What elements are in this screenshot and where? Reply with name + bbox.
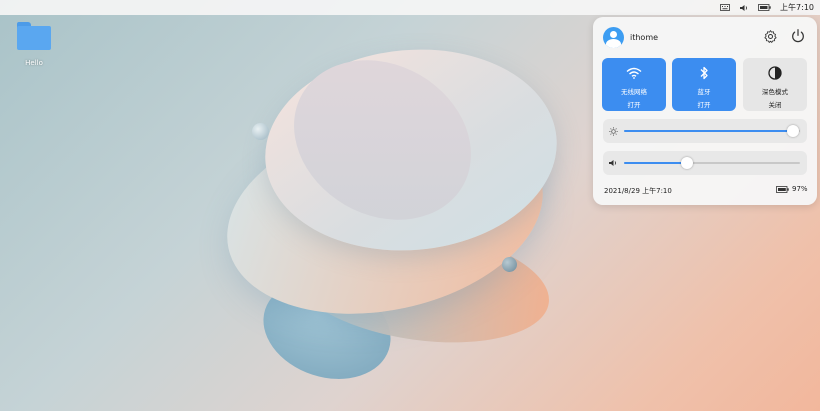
avatar[interactable] — [603, 27, 624, 48]
wifi-icon — [602, 65, 666, 81]
volume-slider[interactable] — [624, 157, 800, 169]
brightness-icon — [608, 126, 618, 136]
clock[interactable]: 上午7:10 — [780, 2, 814, 13]
tile-wifi[interactable]: 无线网络 打开 — [602, 58, 666, 111]
gear-icon — [763, 29, 777, 43]
power-button[interactable] — [787, 25, 808, 46]
brightness-slider-fill — [624, 130, 793, 132]
dark-mode-icon — [743, 65, 807, 81]
battery-icon — [776, 185, 789, 193]
tile-bluetooth-state: 打开 — [697, 101, 711, 109]
panel-datetime: 2021/8/29 上午7:10 — [604, 187, 672, 195]
tile-bluetooth-label: 蓝牙 — [697, 88, 711, 96]
tile-bluetooth[interactable]: 蓝牙 打开 — [672, 58, 736, 111]
tile-dark-mode[interactable]: 深色模式 关闭 — [743, 58, 807, 111]
top-bar: 上午7:10 — [0, 0, 820, 15]
tile-dark-mode-label: 深色模式 — [762, 88, 788, 96]
tile-wifi-label: 无线网络 — [621, 88, 647, 96]
volume-icon[interactable] — [739, 4, 749, 12]
wallpaper-sphere-left — [252, 123, 269, 140]
volume-slider-thumb[interactable] — [681, 157, 694, 169]
bluetooth-icon — [672, 65, 736, 81]
battery-icon[interactable] — [758, 4, 771, 11]
power-icon — [791, 28, 804, 42]
brightness-control — [603, 119, 807, 143]
control-panel: ithome 无线网络 打开 蓝牙 打开 深色模式 关闭 2021/8/29 上… — [593, 17, 817, 205]
volume-control — [603, 151, 807, 175]
volume-slider-fill — [624, 162, 688, 164]
username: ithome — [630, 33, 659, 42]
settings-button[interactable] — [760, 26, 780, 46]
brightness-slider-thumb[interactable] — [786, 125, 799, 137]
desktop-icon-hello[interactable]: Hello — [14, 22, 54, 67]
panel-battery[interactable]: 97% — [776, 185, 808, 193]
keyboard-icon[interactable] — [720, 4, 730, 11]
desktop-icon-label: Hello — [25, 59, 43, 67]
brightness-slider[interactable] — [624, 125, 800, 137]
wallpaper-sphere-right — [502, 257, 517, 272]
tile-dark-mode-state: 关闭 — [768, 101, 782, 109]
tile-wifi-state: 打开 — [627, 101, 641, 109]
folder-icon — [17, 22, 51, 50]
battery-percent: 97% — [792, 185, 808, 193]
volume-icon[interactable] — [608, 158, 618, 168]
